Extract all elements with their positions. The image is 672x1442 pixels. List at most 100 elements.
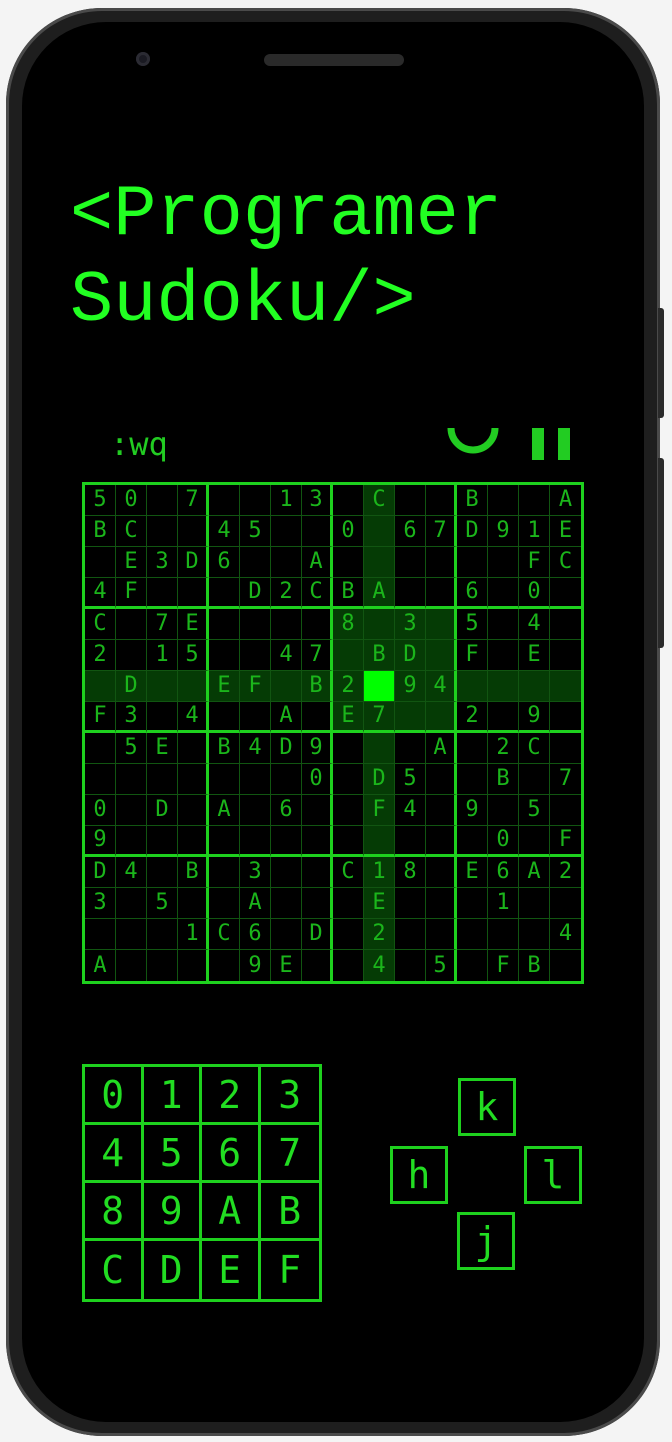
board-cell[interactable] xyxy=(240,826,271,857)
board-cell[interactable]: F xyxy=(240,671,271,702)
board-cell[interactable]: D xyxy=(240,578,271,609)
board-cell[interactable]: 6 xyxy=(488,857,519,888)
board-cell[interactable] xyxy=(488,578,519,609)
numpad-key[interactable]: 5 xyxy=(143,1125,202,1183)
board-cell[interactable] xyxy=(147,485,178,516)
board-cell[interactable]: D xyxy=(457,516,488,547)
board-cell[interactable] xyxy=(488,609,519,640)
board-cell[interactable] xyxy=(209,950,240,981)
board-cell[interactable] xyxy=(209,640,240,671)
board-cell[interactable] xyxy=(271,857,302,888)
board-cell[interactable] xyxy=(209,485,240,516)
board-cell[interactable] xyxy=(209,888,240,919)
board-cell[interactable]: E xyxy=(147,733,178,764)
board-cell[interactable] xyxy=(395,950,426,981)
board-cell[interactable] xyxy=(302,795,333,826)
board-cell[interactable]: 7 xyxy=(302,640,333,671)
board-cell[interactable]: C xyxy=(209,919,240,950)
board-cell[interactable]: 6 xyxy=(271,795,302,826)
board-cell[interactable]: 4 xyxy=(85,578,116,609)
board-cell[interactable]: B xyxy=(209,733,240,764)
board-cell[interactable] xyxy=(240,485,271,516)
board-cell[interactable]: 0 xyxy=(302,764,333,795)
board-cell[interactable]: 1 xyxy=(519,516,550,547)
nav-right-key[interactable]: l xyxy=(524,1146,582,1204)
board-cell[interactable]: 5 xyxy=(116,733,147,764)
board-cell[interactable] xyxy=(364,671,395,702)
board-cell[interactable] xyxy=(519,826,550,857)
board-cell[interactable]: B xyxy=(364,640,395,671)
board-cell[interactable]: D xyxy=(147,795,178,826)
pause-icon[interactable] xyxy=(532,428,570,460)
board-cell[interactable]: 5 xyxy=(240,516,271,547)
numpad-key[interactable]: 9 xyxy=(143,1183,202,1241)
board-cell[interactable] xyxy=(302,609,333,640)
board-cell[interactable] xyxy=(302,826,333,857)
board-cell[interactable] xyxy=(302,888,333,919)
board-cell[interactable]: 4 xyxy=(240,733,271,764)
board-cell[interactable]: 4 xyxy=(395,795,426,826)
numpad-key[interactable]: 8 xyxy=(85,1183,144,1241)
board-cell[interactable]: A xyxy=(364,578,395,609)
board-cell[interactable]: 3 xyxy=(116,702,147,733)
board-cell[interactable] xyxy=(550,609,581,640)
board-cell[interactable] xyxy=(209,702,240,733)
board-cell[interactable]: D xyxy=(302,919,333,950)
board-cell[interactable]: A xyxy=(519,857,550,888)
board-cell[interactable]: 6 xyxy=(240,919,271,950)
board-cell[interactable]: 9 xyxy=(395,671,426,702)
board-cell[interactable]: B xyxy=(178,857,209,888)
board-cell[interactable] xyxy=(147,702,178,733)
numpad-key[interactable]: E xyxy=(202,1241,261,1299)
board-cell[interactable] xyxy=(147,516,178,547)
board-cell[interactable] xyxy=(85,733,116,764)
board-cell[interactable] xyxy=(333,950,364,981)
board-cell[interactable] xyxy=(488,640,519,671)
board-cell[interactable] xyxy=(426,857,457,888)
undo-arc-icon[interactable] xyxy=(446,424,500,460)
board-cell[interactable] xyxy=(364,826,395,857)
board-cell[interactable]: 8 xyxy=(395,857,426,888)
command-label[interactable]: :wq xyxy=(110,424,168,464)
numpad-key[interactable]: D xyxy=(144,1241,202,1299)
board-cell[interactable] xyxy=(395,547,426,578)
board-cell[interactable] xyxy=(116,888,147,919)
board-cell[interactable] xyxy=(302,857,333,888)
numpad-key[interactable]: 6 xyxy=(202,1125,261,1183)
board-cell[interactable] xyxy=(395,919,426,950)
board-cell[interactable] xyxy=(240,640,271,671)
board-cell[interactable] xyxy=(240,702,271,733)
board-cell[interactable]: 4 xyxy=(519,609,550,640)
board-cell[interactable] xyxy=(302,950,333,981)
board-cell[interactable] xyxy=(178,764,209,795)
board-cell[interactable] xyxy=(209,609,240,640)
board-cell[interactable] xyxy=(333,640,364,671)
board-cell[interactable]: F xyxy=(519,547,550,578)
board-cell[interactable]: E xyxy=(116,547,147,578)
board-cell[interactable] xyxy=(178,671,209,702)
board-cell[interactable] xyxy=(240,795,271,826)
board-cell[interactable] xyxy=(488,485,519,516)
board-cell[interactable]: 2 xyxy=(457,702,488,733)
board-cell[interactable]: E xyxy=(209,671,240,702)
board-cell[interactable] xyxy=(426,609,457,640)
board-cell[interactable]: 6 xyxy=(457,578,488,609)
board-cell[interactable] xyxy=(116,826,147,857)
numpad-key[interactable]: 1 xyxy=(143,1067,202,1125)
board-cell[interactable] xyxy=(457,764,488,795)
numpad-key[interactable]: 7 xyxy=(260,1125,319,1183)
board-cell[interactable]: 6 xyxy=(209,547,240,578)
board-cell[interactable]: C xyxy=(364,485,395,516)
board-cell[interactable]: B xyxy=(457,485,488,516)
board-cell[interactable] xyxy=(85,671,116,702)
board-cell[interactable]: 9 xyxy=(85,826,116,857)
board-cell[interactable] xyxy=(550,950,581,981)
board-cell[interactable] xyxy=(178,888,209,919)
board-cell[interactable]: F xyxy=(457,640,488,671)
board-cell[interactable] xyxy=(302,702,333,733)
numpad-key[interactable]: A xyxy=(202,1183,261,1241)
board-cell[interactable] xyxy=(85,764,116,795)
board-cell[interactable] xyxy=(488,795,519,826)
board-cell[interactable]: C xyxy=(302,578,333,609)
board-cell[interactable] xyxy=(519,485,550,516)
